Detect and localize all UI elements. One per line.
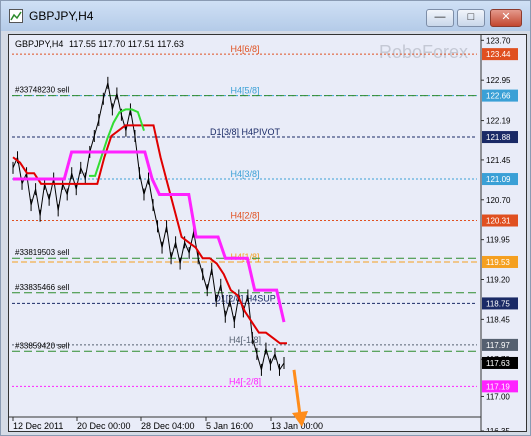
symbol-label: GBPJPY,H4: [15, 39, 63, 49]
close-icon: ✕: [501, 11, 511, 23]
level-price-label: 121.09: [486, 175, 511, 184]
y-tick-label: 122.19: [486, 117, 511, 126]
y-tick-label: 120.70: [486, 196, 511, 205]
y-tick-label: 118.45: [486, 315, 510, 324]
maximize-button[interactable]: □: [457, 9, 485, 27]
level-price-label: 118.75: [486, 299, 510, 308]
level-price-label: 122.66: [486, 92, 511, 101]
level-label: H4[6/8]: [230, 44, 259, 54]
level-price-label: 123.44: [486, 50, 511, 59]
level-label: D1[3/8] H4PIVOT: [210, 127, 281, 137]
level-label: H4[-2/8]: [229, 376, 261, 386]
y-tick-label: 117.00: [486, 392, 510, 401]
minimize-button[interactable]: —: [426, 9, 454, 27]
x-tick-label: 12 Dec 2011: [13, 421, 63, 431]
x-tick-label: 20 Dec 00:00: [77, 421, 131, 431]
title-bar[interactable]: GBPJPY,H4 — □ ✕: [1, 1, 530, 31]
chart-svg: GBPJPY,H4 117.55 117.70 117.51 117.63 Ro…: [9, 35, 518, 436]
order-label: #33859420 sell: [15, 341, 69, 350]
chart-area[interactable]: GBPJPY,H4 117.55 117.70 117.51 117.63 Ro…: [8, 34, 527, 436]
y-tick-label: 121.45: [486, 156, 511, 165]
chart-window-icon: [9, 9, 23, 23]
y-tick-label: 119.20: [486, 276, 510, 285]
watermark: RoboForex: [379, 42, 468, 62]
level-label: H4[3/8]: [230, 169, 259, 179]
level-price-label: 119.53: [486, 258, 510, 267]
red-line: [12, 124, 287, 345]
level-price-label: 121.88: [486, 133, 511, 142]
ohlc-label: 117.55 117.70 117.51 117.63: [69, 39, 184, 49]
x-axis: 12 Dec 2011 20 Dec 00:00 28 Dec 04:00 5 Jan…: [9, 416, 481, 431]
x-tick-label: 5 Jan 16:00: [206, 421, 253, 431]
order-label: #33748230 sell: [15, 86, 69, 95]
level-price-label: 117.97: [486, 341, 510, 350]
minimize-icon: —: [434, 11, 446, 23]
x-tick-label: 28 Dec 04:00: [141, 421, 195, 431]
y-tick-label: 119.95: [486, 236, 510, 245]
level-label: H4[-1/8]: [229, 335, 261, 345]
murrey-levels: H4[6/8] 123.44 H4[5/8] 122.66 D1[3/8] H4PIVO…: [12, 44, 518, 393]
level-label: H4[2/8]: [230, 211, 259, 221]
close-button[interactable]: ✕: [490, 9, 522, 27]
current-price-label: 117.63: [486, 359, 510, 368]
level-label: H4[5/8]: [230, 86, 259, 96]
forecast-arrow: [292, 369, 308, 428]
order-label: #33835466 sell: [15, 283, 69, 292]
chart-window: GBPJPY,H4 — □ ✕ GBPJPY,H4 117.55 117.70 …: [0, 0, 531, 436]
y-tick-label: 123.70: [486, 36, 511, 45]
y-tick-label: 122.95: [486, 76, 511, 85]
order-label: #33819503 sell: [15, 248, 69, 257]
window-title: GBPJPY,H4: [29, 9, 94, 23]
level-price-label: 120.31: [486, 217, 511, 226]
x-tick-label: 13 Jan 00:00: [271, 421, 323, 431]
y-tick-label: 116.35: [486, 427, 510, 431]
level-price-label: 117.19: [486, 382, 510, 391]
maximize-icon: □: [467, 11, 475, 23]
price-series: [12, 76, 287, 376]
forecast-arrow-shaft: [292, 369, 302, 416]
